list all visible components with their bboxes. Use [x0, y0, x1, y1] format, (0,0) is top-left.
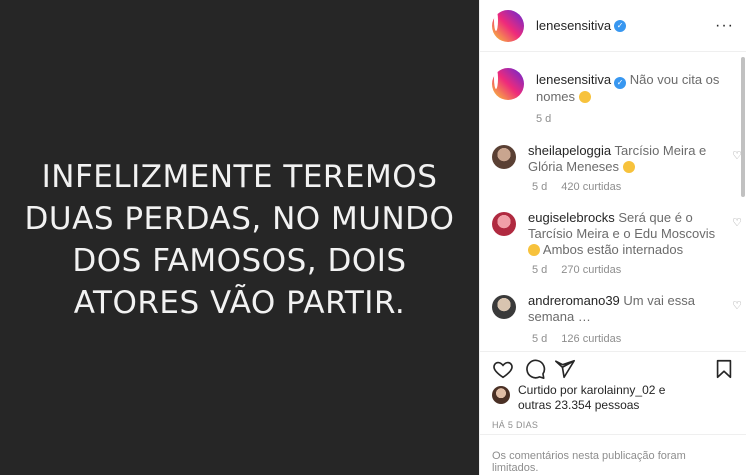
comment-item: sheilapeloggia Tarcísio Meira e Glória M…	[492, 143, 742, 193]
caption-meta: 5 d	[536, 113, 565, 125]
caption-username[interactable]: lenesensitiva	[536, 72, 611, 87]
liked-by-others[interactable]: outras 23.354 pessoas	[518, 398, 639, 412]
comment-like-heart-icon[interactable]: ♡	[732, 149, 742, 162]
author-avatar[interactable]	[492, 9, 524, 42]
comment-time[interactable]: 5 d	[532, 181, 547, 193]
disappointed-emoji-icon	[578, 91, 591, 103]
worried-emoji-icon	[528, 244, 540, 256]
comment-meta: 5 d 420 curtidas	[532, 181, 635, 193]
comment-time[interactable]: 5 d	[532, 264, 547, 276]
sad-emoji-icon	[622, 161, 635, 173]
bookmark-icon[interactable]	[713, 358, 735, 380]
comment-time[interactable]: 5 d	[532, 333, 547, 345]
post-image: INFELIZMENTE TEREMOS DUAS PERDAS, NO MUN…	[0, 0, 479, 475]
comments-limited-notice: Os comentários nesta publicação foram li…	[480, 434, 746, 475]
liker-avatar[interactable]	[492, 386, 510, 404]
post-header: lenesensitiva ✓ ···	[480, 0, 746, 52]
liked-by: Curtido por karolainny_02 e outras 23.35…	[492, 383, 665, 413]
comment-username[interactable]: eugiselebrocks	[528, 210, 615, 225]
post-image-text: INFELIZMENTE TEREMOS DUAS PERDAS, NO MUN…	[24, 158, 455, 321]
post-actions: Curtido por karolainny_02 e outras 23.35…	[480, 351, 746, 475]
liked-by-prefix: Curtido por	[518, 383, 578, 397]
comment-like-heart-icon[interactable]: ♡	[732, 216, 742, 229]
post-caption: lenesensitiva ✓ Não vou cita os nomes 5 d	[492, 68, 724, 125]
comment-likes[interactable]: 270 curtidas	[561, 264, 621, 276]
liked-by-middle: e	[658, 383, 666, 397]
post-date[interactable]: HÁ 5 DIAS	[492, 420, 538, 430]
liked-by-user[interactable]: karolainny_02	[581, 383, 656, 397]
comment-meta: 5 d 270 curtidas	[532, 264, 635, 276]
author-username[interactable]: lenesensitiva	[536, 18, 611, 33]
comment-item: andreromano39 Um vai essa semana … ♡ 5 d…	[492, 293, 742, 345]
comment-likes[interactable]: 126 curtidas	[561, 333, 621, 345]
comment-meta: 5 d 126 curtidas	[532, 333, 635, 345]
commenter-avatar[interactable]	[492, 212, 516, 236]
comments-scrollbar[interactable]	[741, 57, 745, 197]
comment-text-continued: Ambos estão internados	[542, 242, 684, 257]
more-options-icon[interactable]: ···	[715, 17, 734, 35]
post-sidebar: lenesensitiva ✓ ··· lenesensitiva ✓ Não v…	[479, 0, 746, 475]
comment-item: eugiselebrocks Será que é o Tarcísio Mei…	[492, 210, 742, 276]
share-icon[interactable]	[554, 358, 576, 380]
commenter-avatar[interactable]	[492, 295, 516, 319]
caption-avatar[interactable]	[492, 68, 524, 100]
comments-list[interactable]: lenesensitiva ✓ Não vou cita os nomes 5 d…	[480, 53, 746, 350]
commenter-avatar[interactable]	[492, 145, 516, 169]
comment-icon[interactable]	[524, 358, 546, 380]
comment-username[interactable]: sheilapeloggia	[528, 143, 611, 158]
verified-badge-icon: ✓	[614, 19, 627, 32]
heart-icon[interactable]	[492, 358, 514, 380]
comment-username[interactable]: andreromano39	[528, 293, 620, 308]
comment-like-heart-icon[interactable]: ♡	[732, 299, 742, 312]
verified-badge-icon: ✓	[614, 77, 627, 89]
comment-likes[interactable]: 420 curtidas	[561, 181, 621, 193]
caption-time[interactable]: 5 d	[536, 113, 551, 125]
